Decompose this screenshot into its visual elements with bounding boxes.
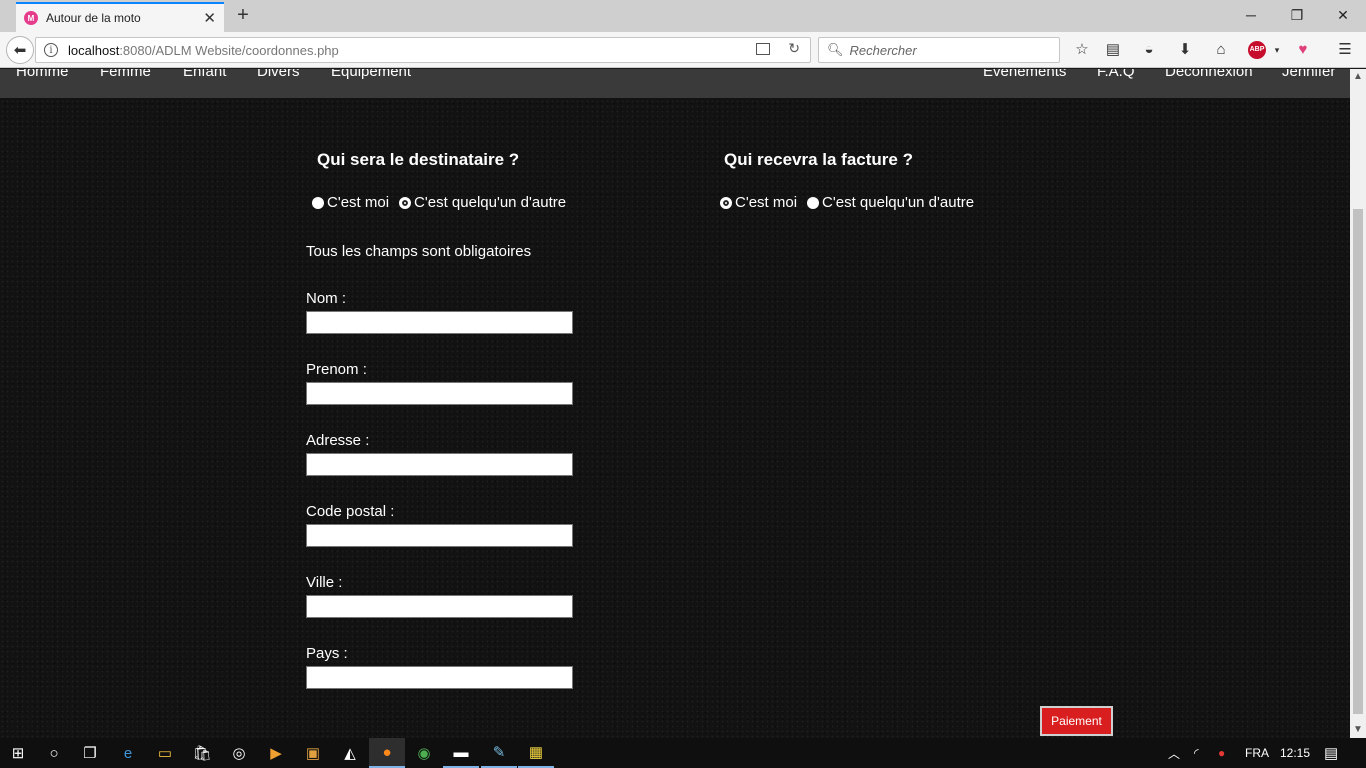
facture-option-other-label: C'est quelqu'un d'autre <box>822 194 975 211</box>
browser-tab[interactable]: M Autour de la moto ✕ <box>16 2 224 32</box>
destinataire-option-other-label: C'est quelqu'un d'autre <box>414 194 567 211</box>
destinataire-radio-me[interactable] <box>312 196 324 209</box>
firefox-icon[interactable]: ● <box>369 738 405 768</box>
search-bar[interactable]: 🔍︎ Rechercher <box>818 37 1060 63</box>
browser-toolbar: ⬅ i localhost:8080/ADLM Website/coordonn… <box>0 32 1366 68</box>
wifi-icon[interactable]: ◜ <box>1194 738 1199 768</box>
page-content: Homme Femme Enfant Divers Equipement Eve… <box>0 69 1350 738</box>
nav-link-equipement[interactable]: Equipement <box>331 69 411 80</box>
tab-title: Autour de la moto <box>46 11 141 25</box>
windows-taskbar: ⊞ ○ ❐ e ▭ 🛍︎ ◎ ▶ ▣ ◭ ● ◉ ▬ ✎ ▦ ︿ ◜ ● FRA… <box>0 738 1366 768</box>
adresse-input[interactable] <box>306 453 573 476</box>
code-postal-label: Code postal : <box>306 503 395 520</box>
adresse-label: Adresse : <box>306 432 370 449</box>
site-favicon-icon: M <box>24 11 38 25</box>
destinataire-option-me-label: C'est moi <box>327 194 390 211</box>
cortana-search-icon[interactable]: ○ <box>36 738 72 768</box>
nav-link-faq[interactable]: F.A.Q <box>1097 69 1135 80</box>
bookmarks-list-icon[interactable]: ▤ <box>1102 40 1124 60</box>
browser-tab-bar: M Autour de la moto ✕ + ─ ❐ ✕ <box>0 0 1366 32</box>
chrome-icon[interactable]: ◉ <box>406 738 442 768</box>
app-window-icon[interactable]: ▬ <box>443 738 479 768</box>
info-icon[interactable]: i <box>44 43 58 57</box>
close-tab-icon[interactable]: ✕ <box>203 11 216 26</box>
language-indicator[interactable]: FRA <box>1245 738 1269 768</box>
download-icon[interactable]: ⬇ <box>1174 40 1196 60</box>
media-app-icon[interactable]: ◎ <box>221 738 257 768</box>
clock[interactable]: 12:15 <box>1280 738 1310 768</box>
edge-browser-icon[interactable]: e <box>110 738 146 768</box>
ville-input[interactable] <box>306 595 573 618</box>
destinataire-radio-other[interactable] <box>399 196 412 209</box>
nav-link-user[interactable]: Jennifer <box>1282 69 1335 80</box>
new-tab-button[interactable]: + <box>232 4 254 26</box>
facture-radio-group: C'est moi C'est quelqu'un d'autre <box>720 194 984 211</box>
extension-heart-icon[interactable]: ♥ <box>1292 40 1314 60</box>
destinataire-title: Qui sera le destinataire ? <box>317 150 520 169</box>
scroll-up-arrow-icon[interactable]: ▲ <box>1350 69 1366 85</box>
scrollbar-thumb[interactable] <box>1353 209 1363 714</box>
adblock-plus-icon[interactable]: ABP <box>1248 41 1266 59</box>
site-nav: Homme Femme Enfant Divers Equipement Eve… <box>0 69 1350 98</box>
paiement-button[interactable]: Paiement <box>1040 706 1113 736</box>
reload-icon[interactable]: ↻ <box>788 40 800 57</box>
facture-radio-other[interactable] <box>807 196 820 209</box>
page-scrollbar[interactable]: ▲ ▼ <box>1350 69 1366 738</box>
nav-link-enfant[interactable]: Enfant <box>183 69 226 80</box>
search-placeholder: Rechercher <box>849 42 917 58</box>
url-path: :8080/ADLM Website/coordonnes.php <box>119 42 339 58</box>
nav-link-evenements[interactable]: Evenements <box>983 69 1066 80</box>
nav-link-divers[interactable]: Divers <box>257 69 300 80</box>
antivirus-tray-icon[interactable]: ● <box>1218 738 1225 768</box>
minimize-icon[interactable]: ─ <box>1228 4 1274 26</box>
paint-app-icon[interactable]: ✎ <box>481 738 517 768</box>
show-hidden-icons[interactable]: ︿ <box>1168 738 1180 768</box>
notifications-icon[interactable]: ▤ <box>1324 738 1338 768</box>
back-arrow-icon[interactable]: ⬅ <box>6 36 34 64</box>
restore-icon[interactable]: ❐ <box>1274 4 1320 26</box>
chevron-down-icon[interactable]: ▾ <box>1266 40 1288 60</box>
close-window-icon[interactable]: ✕ <box>1320 4 1366 26</box>
notepad-icon[interactable]: ▦ <box>518 738 554 768</box>
video-app-icon[interactable]: ▶ <box>258 738 294 768</box>
unity-app-icon[interactable]: ◭ <box>332 738 368 768</box>
url-bar[interactable]: i localhost:8080/ADLM Website/coordonnes… <box>35 37 811 63</box>
pays-label: Pays : <box>306 645 348 662</box>
reader-view-icon[interactable] <box>756 43 770 55</box>
prenom-label: Prenom : <box>306 361 367 378</box>
home-icon[interactable]: ⌂ <box>1210 40 1232 60</box>
pays-input[interactable] <box>306 666 573 689</box>
hamburger-menu-icon[interactable]: ☰ <box>1334 40 1356 60</box>
windows-start-icon[interactable]: ⊞ <box>0 738 36 768</box>
required-fields-note: Tous les champs sont obligatoires <box>306 243 532 260</box>
pocket-icon[interactable]: ◒ <box>1138 40 1160 60</box>
store-icon[interactable]: 🛍︎ <box>184 738 220 768</box>
task-view-icon[interactable]: ❐ <box>72 738 108 768</box>
scroll-down-arrow-icon[interactable]: ▼ <box>1350 722 1366 738</box>
facture-option-me-label: C'est moi <box>735 194 798 211</box>
prenom-input[interactable] <box>306 382 573 405</box>
url-host: localhost <box>68 42 120 58</box>
ville-label: Ville : <box>306 574 343 591</box>
office-app-icon[interactable]: ▣ <box>295 738 331 768</box>
nom-label: Nom : <box>306 290 347 307</box>
nav-link-deconnexion[interactable]: Deconnexion <box>1165 69 1253 80</box>
facture-radio-me[interactable] <box>720 196 732 209</box>
facture-title: Qui recevra la facture ? <box>724 150 913 169</box>
nom-input[interactable] <box>306 311 573 334</box>
search-icon: 🔍︎ <box>827 42 844 57</box>
code-postal-input[interactable] <box>306 524 573 547</box>
nav-link-homme[interactable]: Homme <box>16 69 69 80</box>
destinataire-radio-group: C'est moi C'est quelqu'un d'autre <box>312 194 576 211</box>
file-explorer-icon[interactable]: ▭ <box>147 738 183 768</box>
star-bookmark-icon[interactable]: ☆ <box>1071 40 1093 60</box>
nav-link-femme[interactable]: Femme <box>100 69 151 80</box>
